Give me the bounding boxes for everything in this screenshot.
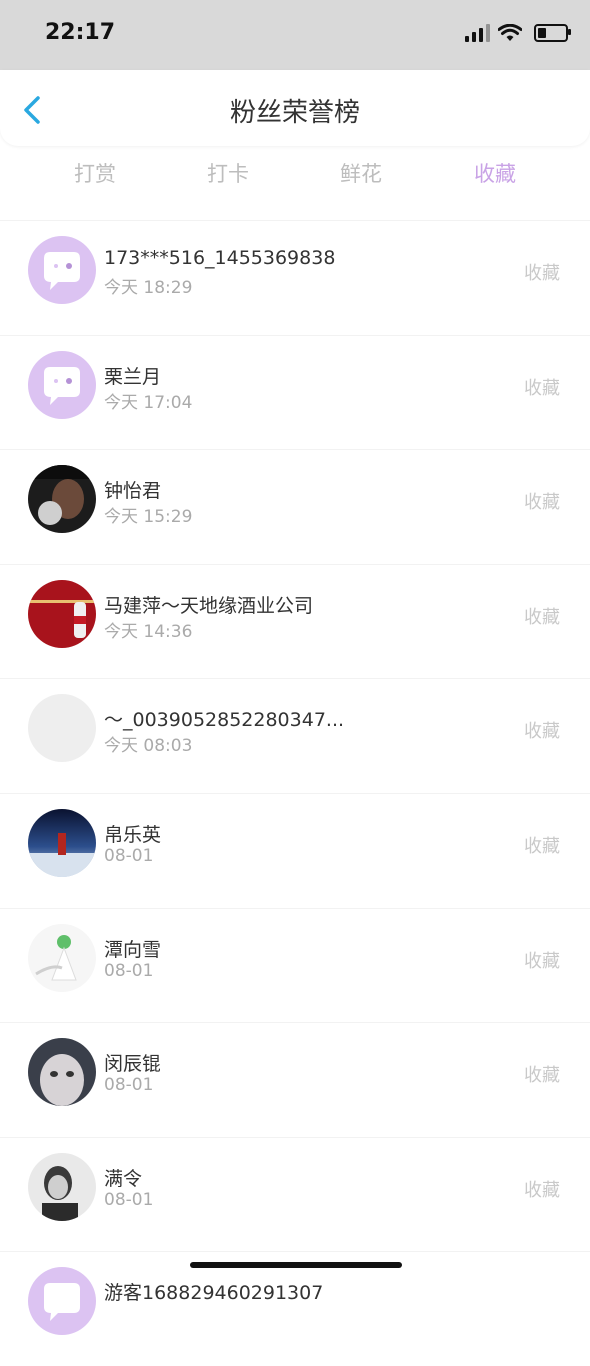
fan-name: 游客1688294602913​07 <box>104 1282 324 1305</box>
user-photo-avatar <box>28 808 96 877</box>
fan-name: 173***516_1455369838 <box>104 247 336 269</box>
fan-name: 钟怡君 <box>104 480 162 503</box>
avatar[interactable] <box>28 236 96 304</box>
avatar[interactable] <box>28 579 96 648</box>
action-label: 收藏 <box>524 835 560 857</box>
action-label: 收藏 <box>524 1179 560 1201</box>
fan-name: ～_003905285228034​7... <box>104 709 345 732</box>
action-label: 收藏 <box>524 721 560 743</box>
default-chat-avatar-icon <box>28 1267 96 1336</box>
list-item[interactable]: ～_003905285228034​7... 今天 08:03 收藏 <box>0 678 590 793</box>
home-indicator <box>190 1262 402 1268</box>
wifi-icon <box>498 24 522 41</box>
fan-time: 08-01 <box>104 845 154 866</box>
tab-flowers[interactable]: 鲜花 <box>340 158 382 188</box>
fan-name: 潭向雪 <box>104 938 162 961</box>
list-item[interactable]: 潭向雪 08-01 收藏 <box>0 907 590 1023</box>
tab-bar: 打赏 打卡 鲜花 收藏 <box>0 152 590 196</box>
avatar[interactable] <box>28 694 96 763</box>
fan-name: 帛乐英 <box>104 823 162 846</box>
fan-name: 闵辰锟 <box>104 1053 162 1076</box>
list-item[interactable]: 钟怡君 今天 15:29 收藏 <box>0 449 590 564</box>
avatar[interactable] <box>28 1152 96 1221</box>
fan-time: 今天 15:29 <box>104 507 193 528</box>
default-chat-avatar-icon <box>28 236 96 304</box>
list-item[interactable]: 满令 08-01 收藏 <box>0 1136 590 1252</box>
status-icons <box>465 24 571 42</box>
avatar[interactable] <box>28 808 96 877</box>
user-photo-avatar <box>28 579 96 648</box>
list-item[interactable]: 游客1688294602913​07 <box>0 1251 590 1366</box>
fan-time: 08-01 <box>104 960 154 981</box>
fan-time: 今天 14:36 <box>104 621 193 642</box>
action-label: 收藏 <box>524 263 560 284</box>
tab-reward[interactable]: 打赏 <box>74 158 116 188</box>
page-title: 粉丝荣誉榜 <box>229 98 360 128</box>
fan-name: 满令 <box>104 1167 143 1190</box>
list-item[interactable]: 帛乐英 08-01 收藏 <box>0 792 590 908</box>
list-item[interactable]: 173***516_1455369838 今天 18:29 收藏 <box>0 220 590 335</box>
list-item[interactable]: 闵辰锟 08-01 收藏 <box>0 1022 590 1137</box>
avatar[interactable] <box>28 1267 96 1336</box>
avatar[interactable] <box>28 1038 96 1107</box>
nav-bar: 粉丝荣誉榜 <box>0 70 590 146</box>
blank-avatar <box>28 694 96 763</box>
fan-name: 马建萍～天地缘酒业公司 <box>104 594 314 617</box>
action-label: 收藏 <box>524 606 560 628</box>
fan-time: 今天 17:04 <box>104 392 193 413</box>
status-bar: 22:17 <box>0 0 590 70</box>
action-label: 收藏 <box>524 377 560 399</box>
user-photo-avatar <box>28 923 96 992</box>
avatar[interactable] <box>28 350 96 419</box>
user-photo-avatar <box>28 1038 96 1107</box>
fan-time: 08-01 <box>104 1189 154 1210</box>
avatar[interactable] <box>28 465 96 534</box>
user-photo-avatar <box>28 1152 96 1221</box>
fan-name: 栗兰月 <box>104 365 162 388</box>
action-label: 收藏 <box>524 492 560 514</box>
fan-time: 08-01 <box>104 1075 154 1096</box>
list-item[interactable]: 马建萍～天地缘酒业公司 今天 14:36 收藏 <box>0 563 590 679</box>
fan-time: 今天 08:03 <box>104 736 193 757</box>
default-chat-avatar-icon <box>28 350 96 419</box>
fan-time: 今天 18:29 <box>104 278 193 298</box>
fan-list: 173***516_1455369838 今天 18:29 收藏 栗兰月 今天 … <box>0 220 590 1366</box>
tab-favorites[interactable]: 收藏 <box>474 158 516 188</box>
user-photo-avatar <box>28 465 96 534</box>
status-time: 22:17 <box>45 20 116 45</box>
avatar[interactable] <box>28 923 96 992</box>
list-item[interactable]: 栗兰月 今天 17:04 收藏 <box>0 334 590 450</box>
action-label: 收藏 <box>524 1065 560 1087</box>
battery-icon <box>534 24 571 42</box>
action-label: 收藏 <box>524 950 560 972</box>
signal-icon <box>465 24 490 42</box>
tab-checkin[interactable]: 打卡 <box>207 158 249 188</box>
